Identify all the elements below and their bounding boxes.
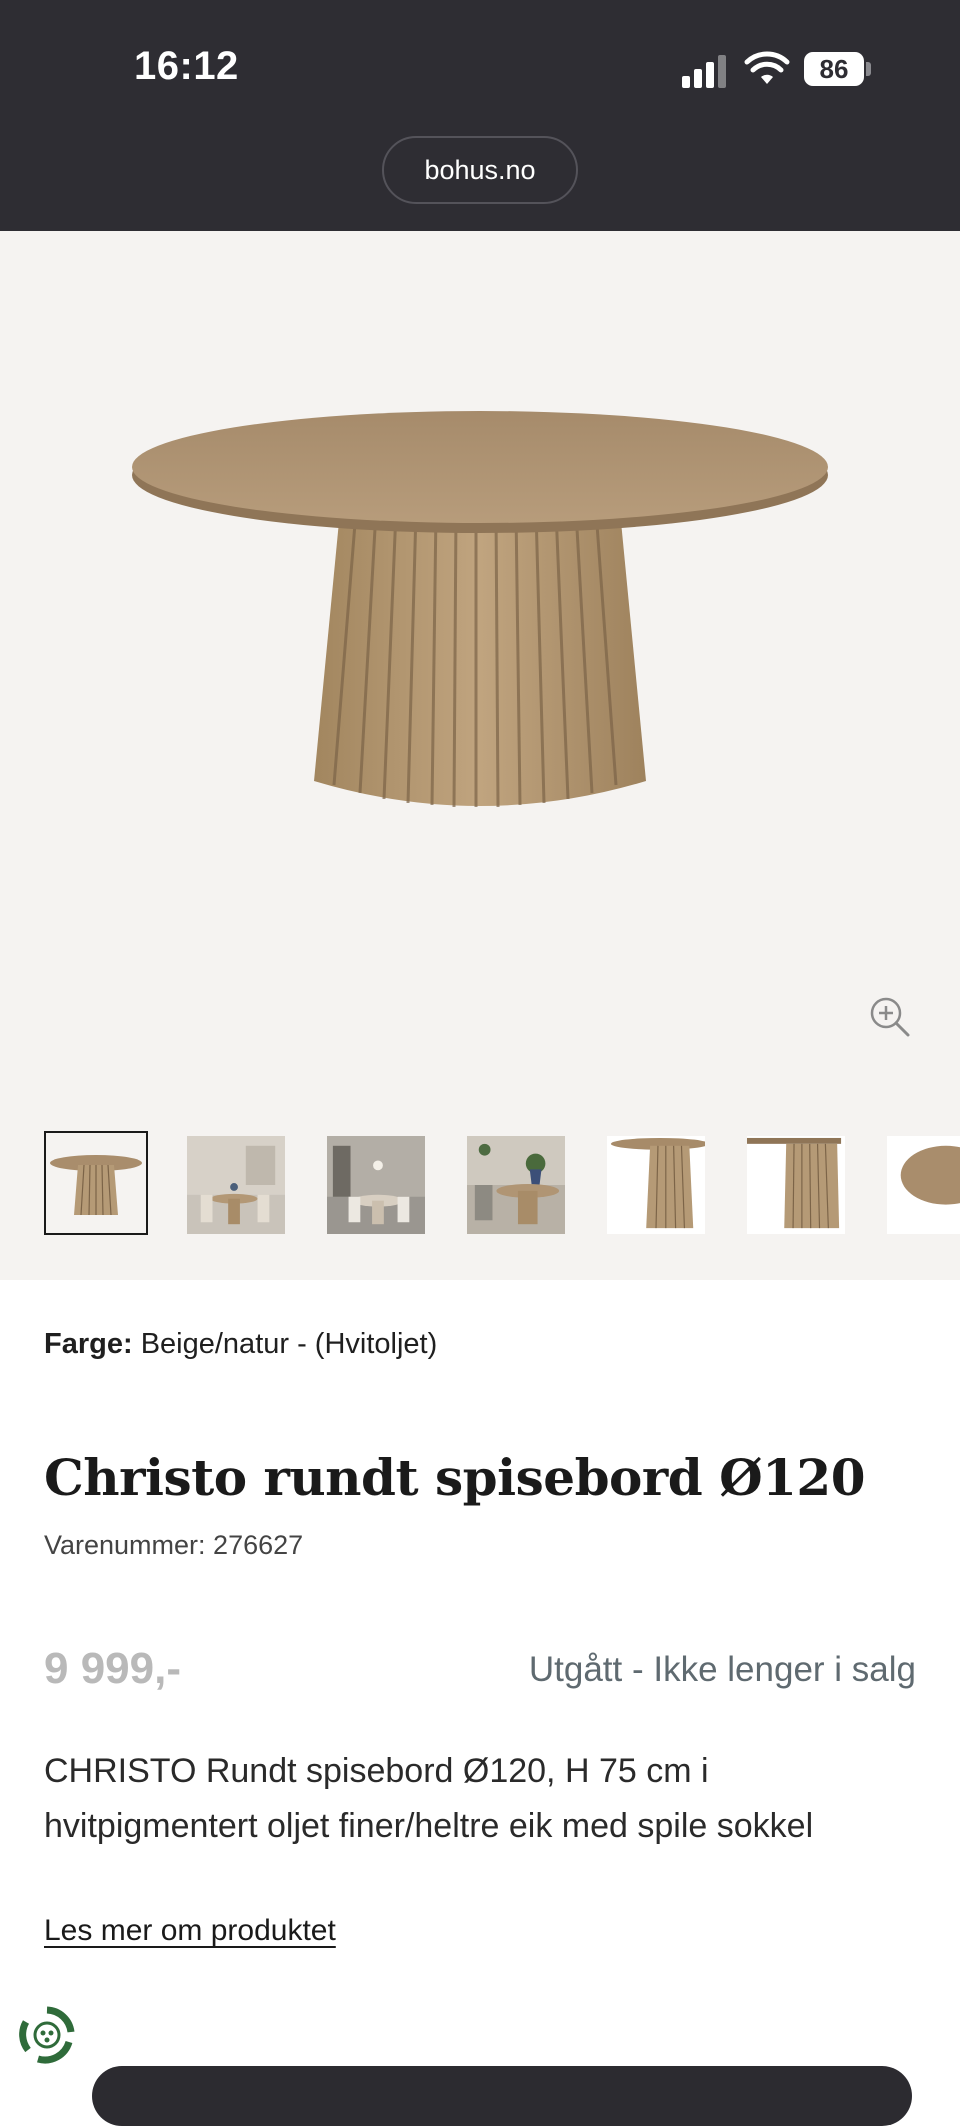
battery-level: 86 [819,53,849,84]
battery-icon: 86 [804,52,864,86]
zoom-in-icon[interactable] [868,995,912,1039]
wifi-icon [744,51,790,84]
thumbnail-5[interactable] [607,1136,705,1234]
thumbnail-4[interactable] [467,1136,565,1234]
thumbnail-3[interactable] [327,1136,425,1234]
thumbnail-strip [44,1131,960,1241]
battery-tip [866,62,871,76]
product-gallery [0,231,960,1280]
status-time: 16:12 [134,44,239,88]
product-main-image[interactable] [120,371,840,891]
color-value: Beige/natur - (Hvitoljet) [140,1328,438,1360]
product-price: 9 999,- [44,1644,181,1693]
availability-status: Utgått - Ikke lenger i salg [528,1650,916,1689]
color-info: Farge: Beige/natur - (Hvitoljet) [44,1328,437,1361]
address-bar[interactable]: bohus.no [382,136,578,204]
product-description: CHRISTO Rundt spisebord Ø120, H 75 cm i … [44,1752,814,1845]
thumbnail-7[interactable] [887,1136,960,1234]
address-bar-url: bohus.no [424,154,536,185]
thumbnail-6[interactable] [747,1136,845,1234]
add-to-cart-bar[interactable] [92,2066,912,2126]
thumbnail-1[interactable] [44,1131,148,1235]
color-label: Farge: [44,1328,133,1360]
cellular-signal-icon [682,55,726,88]
eco-badge-icon[interactable] [16,2004,78,2066]
thumbnail-2[interactable] [187,1136,285,1234]
browser-chrome: 16:12 86 bohus.no [0,0,960,231]
read-more-link[interactable]: Les mer om produktet [44,1914,336,1948]
product-title: Christo rundt spisebord Ø120 [44,1448,866,1507]
product-sku: Varenummer: 276627 [44,1530,304,1560]
